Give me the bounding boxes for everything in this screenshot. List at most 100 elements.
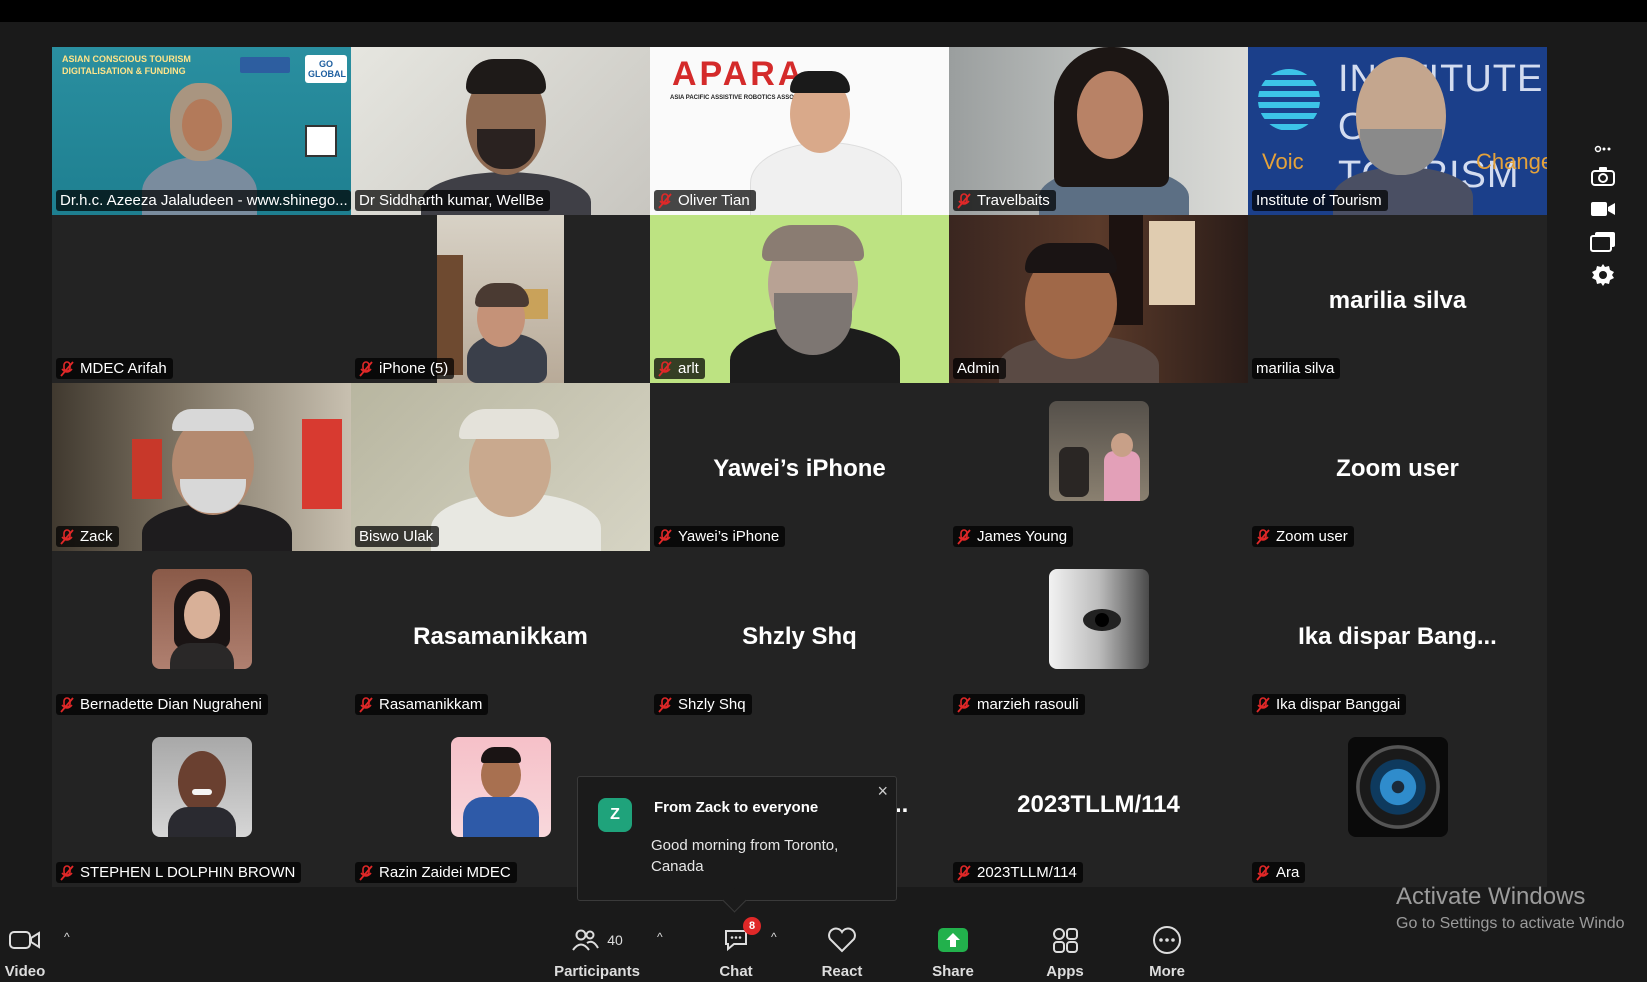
participant-name-tag: STEPHEN L DOLPHIN BROWN xyxy=(56,862,302,883)
participant-tile[interactable]: Ara xyxy=(1248,719,1547,887)
top-bar xyxy=(0,0,1647,22)
avatar xyxy=(151,569,252,669)
participant-display-name: Yawei’s iPhone xyxy=(713,455,886,482)
muted-mic-icon xyxy=(957,696,971,713)
link-icon[interactable] xyxy=(1590,144,1616,154)
participant-tile[interactable]: Dr Siddharth kumar, WellBe xyxy=(351,47,650,215)
apps-icon xyxy=(1051,923,1079,957)
participant-tile[interactable]: Rasamanikkam Rasamanikkam xyxy=(351,551,650,719)
participant-tile[interactable]: Ika dispar Bang... Ika dispar Banggai xyxy=(1248,551,1547,719)
participant-name-tag: James Young xyxy=(953,526,1074,547)
watermark-subtitle: Go to Settings to activate Windo xyxy=(1396,915,1625,932)
participant-tile[interactable]: APARA ASIA PACIFIC ASSISTIVE ROBOTICS AS… xyxy=(650,47,949,215)
participant-tile[interactable]: MDEC Arifah xyxy=(52,215,351,383)
participant-name: 2023TLLM/114 xyxy=(977,864,1077,881)
participant-display-name: Ika dispar Bang... xyxy=(1298,623,1497,650)
participant-name: Yawei’s iPhone xyxy=(678,528,780,545)
participant-tile[interactable]: Admin xyxy=(949,215,1248,383)
participant-name: Dr Siddharth kumar, WellBe xyxy=(359,192,544,209)
banner-subtitle: ASIA PACIFIC ASSISTIVE ROBOTICS ASSOCI xyxy=(670,95,800,101)
participant-name-tag: Razin Zaidei MDEC xyxy=(355,862,517,883)
avatar xyxy=(450,737,551,837)
participant-tile[interactable]: Shzly Shq Shzly Shq xyxy=(650,551,949,719)
participant-name-tag: MDEC Arifah xyxy=(56,358,173,379)
video-camera-icon xyxy=(9,923,41,957)
participant-tile[interactable]: marzieh rasouli xyxy=(949,551,1248,719)
video-button[interactable]: Video xyxy=(4,910,46,982)
participant-name-tag: Shzly Shq xyxy=(654,694,752,715)
share-screen-button[interactable]: Share xyxy=(930,910,976,982)
participant-display-name: Zoom user xyxy=(1336,455,1459,482)
participant-name: Travelbaits xyxy=(977,192,1050,209)
participant-name-tag: Zack xyxy=(56,526,119,547)
participant-tile[interactable]: ASIAN CONSCIOUS TOURISM DIGITALISATION &… xyxy=(52,47,351,215)
participant-tile[interactable]: marilia silva marilia silva xyxy=(1248,215,1547,383)
participant-tile-active-speaker[interactable]: INSTITUTE OF TOURISM Voic Change Institu… xyxy=(1248,47,1547,215)
muted-mic-icon xyxy=(1256,696,1270,713)
participants-label: Participants xyxy=(554,963,640,980)
participants-button[interactable]: 40 Participants xyxy=(554,910,640,982)
participant-name-tag: Travelbaits xyxy=(953,190,1056,211)
participants-options-chevron-icon[interactable]: ^ xyxy=(657,930,663,944)
participant-name-tag: Institute of Tourism xyxy=(1252,190,1388,211)
participant-tile[interactable]: STEPHEN L DOLPHIN BROWN xyxy=(52,719,351,887)
participant-tile[interactable]: Biswo Ulak xyxy=(351,383,650,551)
globe-logo-icon xyxy=(1258,69,1320,131)
banner-text: ASIAN CONSCIOUS TOURISM DIGITALISATION &… xyxy=(62,54,191,76)
participant-tile[interactable]: Zoom user Zoom user xyxy=(1248,383,1547,551)
chat-options-chevron-icon[interactable]: ^ xyxy=(771,930,777,944)
participant-name: Admin xyxy=(957,360,1000,377)
participants-icon: 40 xyxy=(571,923,623,957)
video-feed xyxy=(437,215,564,383)
muted-mic-icon xyxy=(957,528,971,545)
logo: GO GLOBAL xyxy=(305,55,347,83)
chat-message: Good morning from Toronto, Canada xyxy=(651,837,839,875)
participant-name-tag: iPhone (5) xyxy=(355,358,455,379)
participant-tile[interactable]: Travelbaits xyxy=(949,47,1248,215)
participant-name: Institute of Tourism xyxy=(1256,192,1382,209)
participant-tile[interactable]: Zack xyxy=(52,383,351,551)
settings-gear-icon[interactable] xyxy=(1590,264,1616,286)
react-button[interactable]: React xyxy=(820,910,864,982)
camera-icon[interactable] xyxy=(1590,165,1616,187)
chat-label: Chat xyxy=(719,963,753,980)
participant-name-tag: marilia silva xyxy=(1252,358,1341,379)
participant-tile[interactable]: iPhone (5) xyxy=(351,215,650,383)
participant-name: Zack xyxy=(80,528,113,545)
video-label: Video xyxy=(4,963,46,980)
participant-name: Ara xyxy=(1276,864,1300,881)
participant-tile[interactable]: Bernadette Dian Nugraheni xyxy=(52,551,351,719)
apps-button[interactable]: Apps xyxy=(1046,910,1084,982)
muted-mic-icon xyxy=(1256,528,1270,545)
participant-name: Dr.h.c. Azeeza Jalaludeen - www.shinego.… xyxy=(60,192,348,209)
side-toolbar xyxy=(1588,144,1618,286)
participant-tile[interactable]: 2023TLLM/114 2023TLLM/114 xyxy=(949,719,1248,887)
participant-tile[interactable]: Yawei’s iPhone Yawei’s iPhone xyxy=(650,383,949,551)
chat-bubble-icon: 8 xyxy=(723,917,761,957)
video-options-chevron-icon[interactable]: ^ xyxy=(64,930,70,944)
apps-label: Apps xyxy=(1046,963,1084,980)
participant-name-tag: Rasamanikkam xyxy=(355,694,489,715)
muted-mic-icon xyxy=(60,864,74,881)
close-icon[interactable]: × xyxy=(877,781,888,802)
participant-tile[interactable]: James Young xyxy=(949,383,1248,551)
avatar xyxy=(1048,401,1149,501)
more-button[interactable]: More xyxy=(1147,910,1187,982)
chat-notification-popup[interactable]: Z From Zack to everyone Good morning fro… xyxy=(577,776,897,901)
participant-name: arlt xyxy=(678,360,699,377)
banner-subtitle-left: Voic xyxy=(1262,149,1304,174)
chat-button[interactable]: 8 Chat xyxy=(716,910,761,982)
avatar xyxy=(1048,569,1149,669)
participant-name: MDEC Arifah xyxy=(80,360,167,377)
video-camera-icon[interactable] xyxy=(1590,198,1616,220)
banner-subtitle-right: Change xyxy=(1476,149,1547,174)
participant-name-tag: arlt xyxy=(654,358,705,379)
participant-name-tag: Biswo Ulak xyxy=(355,526,440,547)
muted-mic-icon xyxy=(60,696,74,713)
participant-display-name: Rasamanikkam xyxy=(413,623,588,650)
participant-tile[interactable]: arlt xyxy=(650,215,949,383)
watermark-title: Activate Windows xyxy=(1396,883,1586,910)
participant-name: marilia silva xyxy=(1256,360,1335,377)
chat-sender: From Zack to everyone xyxy=(654,799,819,816)
gallery-view-icon[interactable] xyxy=(1590,231,1616,253)
